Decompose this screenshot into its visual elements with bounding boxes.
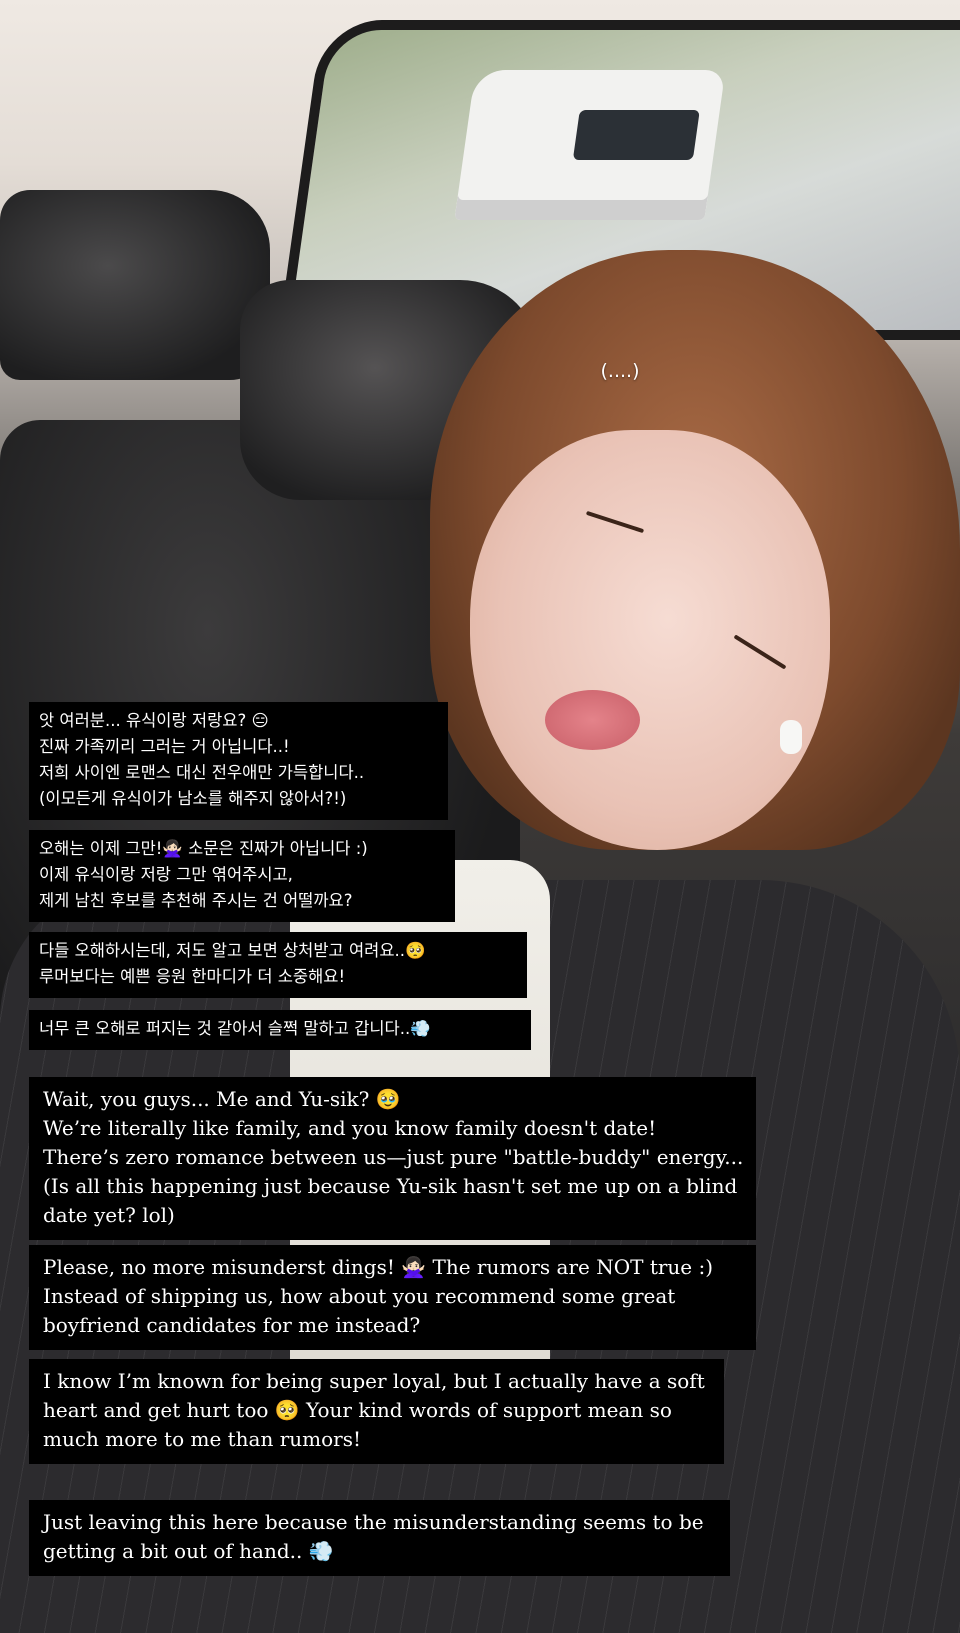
caption-line: 오해는 이제 그만!🙅🏻‍♀️ 소문은 진짜가 아닙니다 :) [39,839,368,858]
caption-line: Please, no more misunderst dings! 🙅🏻‍♀️ … [43,1255,714,1279]
caption-english-3: I know I’m known for being super loyal, … [29,1359,724,1464]
caption-korean-1: 앗 여러분... 유식이랑 저랑요? 😑 진짜 가족끼리 그러는 거 아닙니다.… [29,702,448,820]
caption-line: 제게 남친 후보를 추천해 주시는 건 어떨까요? [39,891,353,910]
earbud [780,720,802,754]
caption-line: 앗 여러분... 유식이랑 저랑요? 😑 [39,711,269,730]
caption-line: date yet? lol) [43,1203,175,1227]
caption-line: 저희 사이엔 로맨스 대신 전우애만 가득합니다.. [39,763,365,782]
caption-line: boyfriend candidates for me instead? [43,1313,421,1337]
caption-line: 다들 오해하시는데, 저도 알고 보면 상처받고 여려요..🥺 [39,941,426,960]
caption-korean-2: 오해는 이제 그만!🙅🏻‍♀️ 소문은 진짜가 아닙니다 :) 이제 유식이랑 … [29,830,455,922]
lips [545,690,640,750]
caption-english-4: Just leaving this here because the misun… [29,1500,730,1576]
caption-line: Just leaving this here because the misun… [43,1510,704,1534]
caption-line: Instead of shipping us, how about you re… [43,1284,676,1308]
caption-line: 이제 유식이랑 저랑 그만 엮어주시고, [39,865,293,884]
van [454,70,726,220]
caption-line: We’re literally like family, and you kno… [43,1116,657,1140]
caption-line: 루머보다는 예쁜 응원 한마디가 더 소중해요! [39,967,346,986]
caption-korean-4: 너무 큰 오해로 퍼지는 것 같아서 슬쩍 말하고 갑니다..💨 [29,1010,531,1050]
caption-line: There’s zero romance between us—just pur… [43,1145,744,1169]
caption-line: (Is all this happening just because Yu-s… [43,1174,738,1198]
caption-line: Wait, you guys... Me and Yu-sik? 🥹 [43,1087,401,1111]
headrest-left [0,190,270,380]
caption-english-1: Wait, you guys... Me and Yu-sik? 🥹 We’re… [29,1077,756,1240]
caption-english-2: Please, no more misunderst dings! 🙅🏻‍♀️ … [29,1245,756,1350]
caption-line: (이모든게 유식이가 남소를 해주지 않아서?!) [39,789,347,808]
caption-line: getting a bit out of hand.. 💨 [43,1539,334,1563]
caption-line: I know I’m known for being super loyal, … [43,1369,705,1393]
caption-line: 너무 큰 오해로 퍼지는 것 같아서 슬쩍 말하고 갑니다..💨 [39,1019,431,1038]
caption-line: heart and get hurt too 🥺 Your kind words… [43,1398,672,1422]
ellipsis-sticker: (....) [600,360,640,382]
caption-line: much more to me than rumors! [43,1427,362,1451]
caption-korean-3: 다들 오해하시는데, 저도 알고 보면 상처받고 여려요..🥺 루머보다는 예쁜… [29,932,527,998]
caption-line: 진짜 가족끼리 그러는 거 아닙니다..! [39,737,290,756]
